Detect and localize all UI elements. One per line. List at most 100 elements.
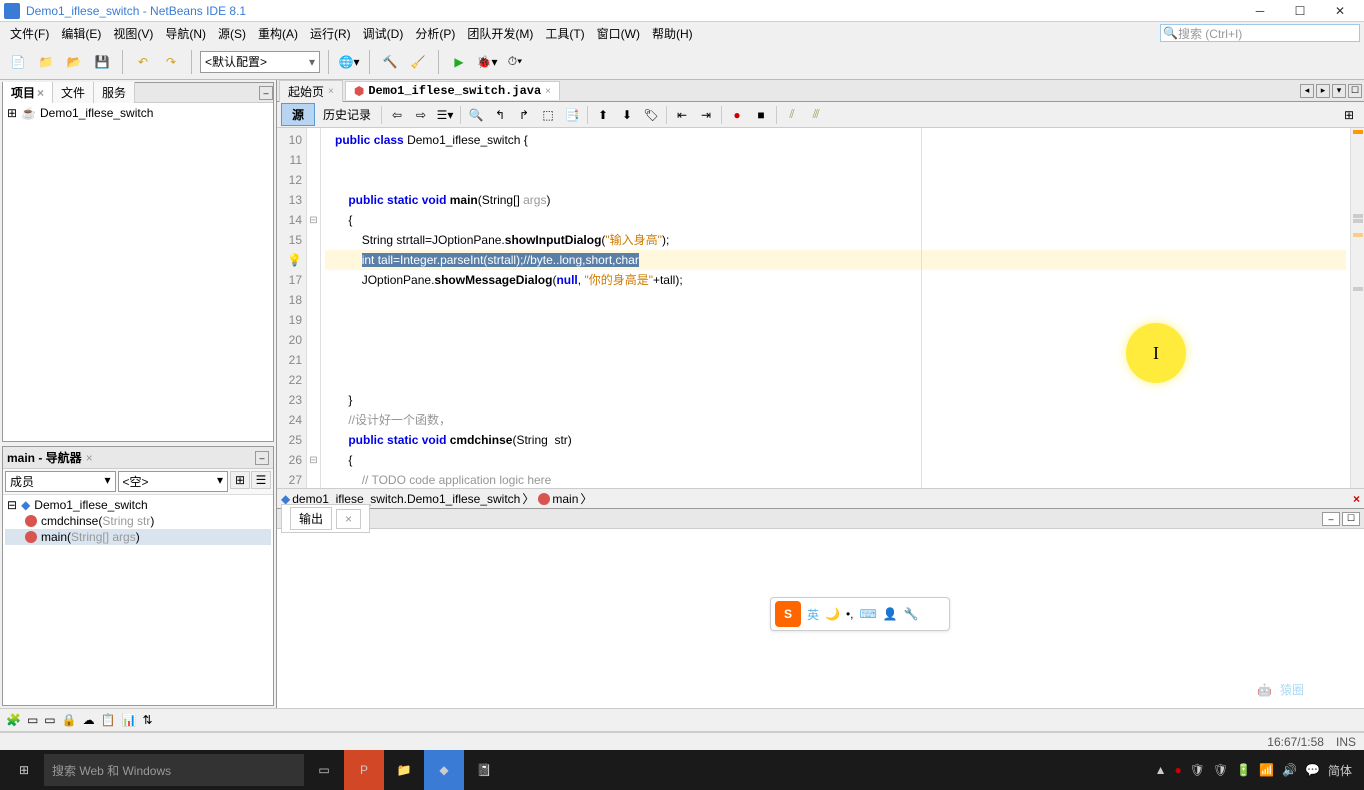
tab-java-file[interactable]: ⬢Demo1_iflese_switch.java× (345, 81, 560, 100)
tree-root[interactable]: ⊞ ☕ Demo1_iflese_switch (5, 105, 271, 121)
tabs-dropdown-button[interactable]: ▾ (1332, 84, 1346, 98)
shift-right-button[interactable]: ⇥ (695, 104, 717, 126)
close-icon[interactable]: × (86, 451, 93, 465)
members-combo[interactable]: 成员▾ (5, 471, 116, 492)
macro-stop-button[interactable]: ■ (750, 104, 772, 126)
debug-button[interactable]: 🐞▾ (475, 50, 499, 74)
task-notepad[interactable]: 📓 (464, 750, 504, 790)
menu-run[interactable]: 运行(R) (304, 23, 357, 44)
menu-tools[interactable]: 工具(T) (539, 23, 590, 44)
find-prev-button[interactable]: ↰ (489, 104, 511, 126)
icon-button[interactable]: 📋 (101, 713, 116, 727)
ime-settings-icon[interactable]: 🔧 (904, 607, 919, 621)
sogou-icon[interactable]: S (775, 601, 801, 627)
maximize-button[interactable]: ☐ (1280, 1, 1320, 21)
breadcrumb-method[interactable]: main 〉 (538, 490, 592, 507)
icon-button[interactable]: ▭ (27, 713, 38, 727)
bookmark-button[interactable]: 📑 (561, 104, 583, 126)
split-editor-button[interactable]: ⊞ (1338, 104, 1360, 126)
ime-user-icon[interactable]: 👤 (883, 607, 898, 621)
tray-notifications-icon[interactable]: 💬 (1305, 763, 1320, 777)
empty-combo[interactable]: <空>▾ (118, 471, 229, 492)
undo-button[interactable]: ↶ (131, 50, 155, 74)
tab-startpage[interactable]: 起始页× (279, 80, 343, 102)
ime-moon-icon[interactable]: 🌙 (825, 607, 840, 621)
tray-record-icon[interactable]: ● (1174, 763, 1181, 777)
tab-services[interactable]: 服务 (94, 82, 135, 103)
back-button[interactable]: ⇦ (386, 104, 408, 126)
menu-file[interactable]: 文件(F) (4, 23, 55, 44)
new-project-button[interactable]: 📁 (34, 50, 58, 74)
menu-source[interactable]: 源(S) (212, 23, 252, 44)
icon-button[interactable]: ⇅ (143, 713, 153, 727)
tray-icon[interactable]: 🔋 (1236, 763, 1251, 777)
icon-button[interactable]: ☁ (83, 713, 95, 727)
close-icon[interactable]: × (37, 86, 44, 100)
ime-punct-button[interactable]: •, (846, 607, 854, 621)
code-content[interactable]: public class Demo1_iflese_switch { publi… (321, 128, 1350, 488)
taskbar-search[interactable]: 搜索 Web 和 Windows (44, 754, 304, 786)
ime-keyboard-icon[interactable]: ⌨ (860, 607, 877, 621)
menu-debug[interactable]: 调试(D) (357, 23, 410, 44)
tray-icon[interactable]: 🛡 (1190, 763, 1205, 777)
tray-icon[interactable]: ▲ (1155, 763, 1167, 777)
close-icon[interactable]: × (545, 86, 551, 97)
project-tree[interactable]: ⊞ ☕ Demo1_iflese_switch (3, 103, 273, 441)
run-button[interactable]: ▶ (447, 50, 471, 74)
menu-analyze[interactable]: 分析(P) (409, 23, 461, 44)
menu-refactor[interactable]: 重构(A) (252, 23, 304, 44)
redo-button[interactable]: ↷ (159, 50, 183, 74)
maximize-editor-button[interactable]: ☐ (1348, 84, 1362, 98)
icon-button[interactable]: 📊 (122, 713, 137, 727)
nav-dropdown[interactable]: ☰▾ (434, 104, 456, 126)
filter-button[interactable]: ☰ (251, 471, 271, 489)
prev-bookmark-button[interactable]: ⬆ (592, 104, 614, 126)
task-powerpoint[interactable]: P (344, 750, 384, 790)
minimize-panel-button[interactable]: – (1322, 512, 1340, 526)
history-button[interactable]: 历史记录 (317, 104, 377, 126)
uncomment-button[interactable]: ⫻ (805, 104, 827, 126)
comment-button[interactable]: ⫽ (781, 104, 803, 126)
find-next-button[interactable]: ↱ (513, 104, 535, 126)
menu-view[interactable]: 视图(V) (107, 23, 159, 44)
task-view-button[interactable]: ▭ (304, 750, 344, 790)
menu-nav[interactable]: 导航(N) (159, 23, 212, 44)
error-strip[interactable] (1350, 128, 1364, 488)
macro-record-button[interactable]: ● (726, 104, 748, 126)
tray-language[interactable]: 简体 (1328, 762, 1352, 779)
toggle-bookmark-button[interactable]: 🏷 (640, 104, 662, 126)
menu-window[interactable]: 窗口(W) (591, 23, 646, 44)
highlight-button[interactable]: ⬚ (537, 104, 559, 126)
minimize-button[interactable]: ─ (1240, 1, 1280, 21)
menu-help[interactable]: 帮助(H) (646, 23, 699, 44)
globe-button[interactable]: 🌐▾ (337, 50, 361, 74)
nav-method-selected[interactable]: main(String[] args) (5, 529, 271, 545)
task-netbeans[interactable]: ◆ (424, 750, 464, 790)
close-button[interactable]: ✕ (1320, 1, 1360, 21)
collapse-icon[interactable]: ⊟ (7, 498, 17, 512)
icon-button[interactable]: 🔒 (62, 713, 77, 727)
save-all-button[interactable]: 💾 (90, 50, 114, 74)
menu-team[interactable]: 团队开发(M) (461, 23, 539, 44)
open-button[interactable]: 📂 (62, 50, 86, 74)
ime-lang-button[interactable]: 英 (807, 606, 819, 623)
minimize-panel-button[interactable]: – (259, 86, 273, 100)
shift-left-button[interactable]: ⇤ (671, 104, 693, 126)
find-button[interactable]: 🔍 (465, 104, 487, 126)
nav-method[interactable]: cmdchinse(String str) (5, 513, 271, 529)
nav-class[interactable]: ⊟◆Demo1_iflese_switch (5, 497, 271, 513)
icon-button[interactable]: ▭ (44, 713, 55, 727)
task-explorer[interactable]: 📁 (384, 750, 424, 790)
tray-icon[interactable]: 🛡 (1213, 763, 1228, 777)
tab-files[interactable]: 文件 (53, 82, 94, 103)
menu-edit[interactable]: 编辑(E) (55, 23, 107, 44)
tab-output[interactable]: 输出 × (281, 504, 370, 533)
forward-button[interactable]: ⇨ (410, 104, 432, 126)
config-combo[interactable]: <默认配置>▾ (200, 51, 320, 73)
profile-button[interactable]: ⏱▾ (503, 50, 527, 74)
next-tab-button[interactable]: ▸ (1316, 84, 1330, 98)
close-icon[interactable]: × (328, 86, 334, 97)
next-bookmark-button[interactable]: ⬇ (616, 104, 638, 126)
fold-column[interactable]: ⊟⊟ (307, 128, 321, 488)
new-file-button[interactable]: 📄 (6, 50, 30, 74)
